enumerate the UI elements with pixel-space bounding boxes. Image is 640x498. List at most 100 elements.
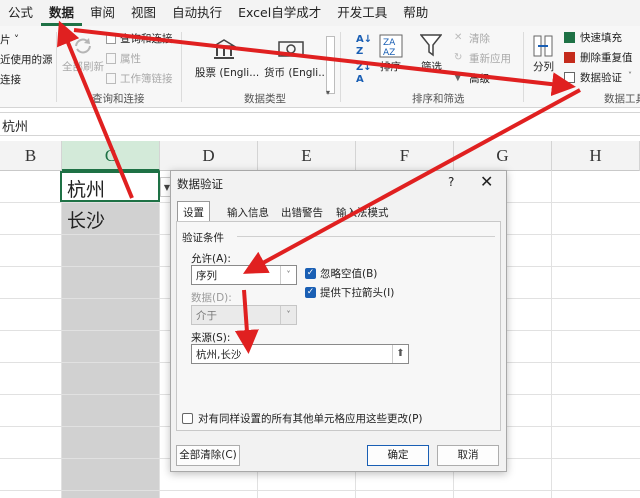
separator xyxy=(523,32,524,102)
source-label: 来源(S): xyxy=(191,332,231,344)
column-header-f[interactable]: F xyxy=(356,141,454,171)
ignore-blank-checkbox[interactable]: ✓ xyxy=(305,268,316,279)
column-header-e[interactable]: E xyxy=(258,141,356,171)
refresh-icon xyxy=(75,38,91,54)
queries-group-label: 查询和连接 xyxy=(92,93,145,105)
help-icon[interactable]: ? xyxy=(448,175,454,189)
recent-sources-button[interactable]: 近使用的源 xyxy=(0,52,53,67)
datatypes-group-label: 数据类型 xyxy=(244,93,286,105)
data-label: 数据(D): xyxy=(191,292,232,304)
workbook-links-button[interactable]: 工作簿链接 xyxy=(120,71,173,86)
range-select-icon[interactable]: ⬆ xyxy=(392,345,408,363)
source-input[interactable]: 杭州,长沙 ⬆ xyxy=(191,344,409,364)
settings-panel: 验证条件 允许(A): 序列 ˅ ✓ 忽略空值(B) ✓ 提供下拉箭头(I) 数… xyxy=(176,221,501,431)
cancel-button[interactable]: 取消 xyxy=(437,445,499,466)
flash-fill-button[interactable]: 快速填充 xyxy=(580,30,622,45)
stocks-bank-icon xyxy=(212,39,236,59)
advanced-button[interactable]: 高级 xyxy=(469,71,490,86)
remove-duplicates-button[interactable]: 删除重复值 xyxy=(580,50,633,65)
clear-filter-icon: ✕ xyxy=(454,32,463,43)
data-value: 介于 xyxy=(196,310,217,322)
svg-text:AZ: AZ xyxy=(383,48,395,58)
column-header-d[interactable]: D xyxy=(160,141,258,171)
tab-review[interactable]: 审阅 xyxy=(82,0,123,26)
sort-button[interactable]: 排序 xyxy=(380,59,401,74)
tab-excel-learning[interactable]: Excel自学成才 xyxy=(230,0,329,26)
separator xyxy=(56,32,57,102)
tab-input-message[interactable]: 输入信息 xyxy=(223,203,273,222)
stocks-button[interactable]: 股票 (Engli... xyxy=(195,65,259,80)
currencies-icon xyxy=(278,41,304,57)
data-select: 介于 ˅ xyxy=(191,305,297,325)
sort-icon: ZA AZ xyxy=(379,34,403,58)
dropdown-arrow-checkbox[interactable]: ✓ xyxy=(305,287,316,298)
refresh-all-button[interactable]: 全部刷新 xyxy=(62,59,104,74)
tab-view[interactable]: 视图 xyxy=(123,0,164,26)
clear-button[interactable]: 清除 xyxy=(469,31,490,46)
column-header-bar: B C D E F G H xyxy=(0,141,640,171)
section-title: 验证条件 xyxy=(182,232,224,244)
tab-ime-mode[interactable]: 输入法模式 xyxy=(332,203,393,222)
svg-text:ZA: ZA xyxy=(383,38,396,48)
chevron-down-icon: ˅ xyxy=(280,266,296,284)
chevron-down-icon[interactable]: ˅ xyxy=(628,71,632,80)
tab-help[interactable]: 帮助 xyxy=(395,0,436,26)
separator xyxy=(181,32,182,102)
queries-icon xyxy=(106,33,116,44)
tab-data[interactable]: 数据 xyxy=(41,0,83,26)
remove-duplicates-icon xyxy=(564,52,575,63)
ok-button[interactable]: 确定 xyxy=(367,445,429,466)
split-columns-icon xyxy=(533,35,553,57)
ribbon-tab-bar: 公式 数据 审阅 视图 自动执行 Excel自学成才 开发工具 帮助 xyxy=(0,0,640,26)
ribbon-body: 片 ˅ 近使用的源 连接 全部刷新 查询和连接 属性 工作簿链接 查询和连接 股… xyxy=(0,26,640,108)
allow-select[interactable]: 序列 ˅ xyxy=(191,265,297,285)
apply-all-checkbox[interactable] xyxy=(182,413,193,424)
column-header-g[interactable]: G xyxy=(454,141,552,171)
sort-za-icon[interactable]: Z↓ A xyxy=(356,62,372,86)
sort-az-icon[interactable]: A↓ Z xyxy=(356,34,372,58)
filter-funnel-icon xyxy=(420,34,442,57)
existing-connections-button[interactable]: 连接 xyxy=(0,72,21,87)
split-button[interactable]: 分列 xyxy=(533,59,554,74)
properties-button[interactable]: 属性 xyxy=(120,51,141,66)
ignore-blank-label: 忽略空值(B) xyxy=(320,268,378,280)
dialog-title: 数据验证 xyxy=(177,177,223,191)
active-cell-c1[interactable]: 杭州 xyxy=(60,171,160,202)
column-header-c[interactable]: C xyxy=(62,141,160,171)
advanced-filter-icon: ▼ xyxy=(454,72,462,83)
workbook-links-icon xyxy=(106,73,116,84)
source-value: 杭州,长沙 xyxy=(196,349,242,361)
flash-fill-icon xyxy=(564,32,575,43)
formula-value: 杭州 xyxy=(2,120,29,135)
queries-connections-button[interactable]: 查询和连接 xyxy=(120,31,173,46)
chevron-down-icon: ˅ xyxy=(280,306,296,324)
column-header-b[interactable]: B xyxy=(0,141,62,171)
properties-icon xyxy=(106,53,116,64)
reapply-icon: ↻ xyxy=(454,52,463,63)
cell-c2[interactable]: 长沙 xyxy=(62,204,160,234)
close-icon[interactable]: ✕ xyxy=(480,172,493,191)
filter-button[interactable]: 筛选 xyxy=(421,59,442,74)
sort-group-label: 排序和筛选 xyxy=(412,93,465,105)
tab-error-alert[interactable]: 出错警告 xyxy=(277,203,327,222)
get-data-menu[interactable]: 片 ˅ xyxy=(0,32,19,47)
formula-bar[interactable]: 杭州 xyxy=(0,112,640,136)
data-validation-icon xyxy=(564,72,575,83)
column-header-h[interactable]: H xyxy=(552,141,640,171)
section-divider xyxy=(237,236,495,237)
separator xyxy=(340,32,341,102)
tab-automate[interactable]: 自动执行 xyxy=(164,0,230,26)
apply-all-label: 对有同样设置的所有其他单元格应用这些更改(P) xyxy=(198,413,423,425)
data-validation-dialog: 数据验证 ? ✕ 设置 输入信息 出错警告 输入法模式 验证条件 允许(A): … xyxy=(170,170,507,472)
allow-label: 允许(A): xyxy=(191,253,231,265)
tab-developer[interactable]: 开发工具 xyxy=(329,0,395,26)
chevron-down-icon: ▾ xyxy=(326,88,331,97)
allow-value: 序列 xyxy=(196,270,217,282)
currencies-button[interactable]: 货币 (Engli... xyxy=(264,65,328,80)
datatypes-gallery-scroll[interactable] xyxy=(326,36,335,94)
dropdown-arrow-label: 提供下拉箭头(I) xyxy=(320,287,395,299)
reapply-button[interactable]: 重新应用 xyxy=(469,51,511,66)
data-validation-button[interactable]: 数据验证 xyxy=(580,70,622,85)
clear-all-button[interactable]: 全部清除(C) xyxy=(176,445,240,466)
tab-formulas[interactable]: 公式 xyxy=(0,0,41,26)
